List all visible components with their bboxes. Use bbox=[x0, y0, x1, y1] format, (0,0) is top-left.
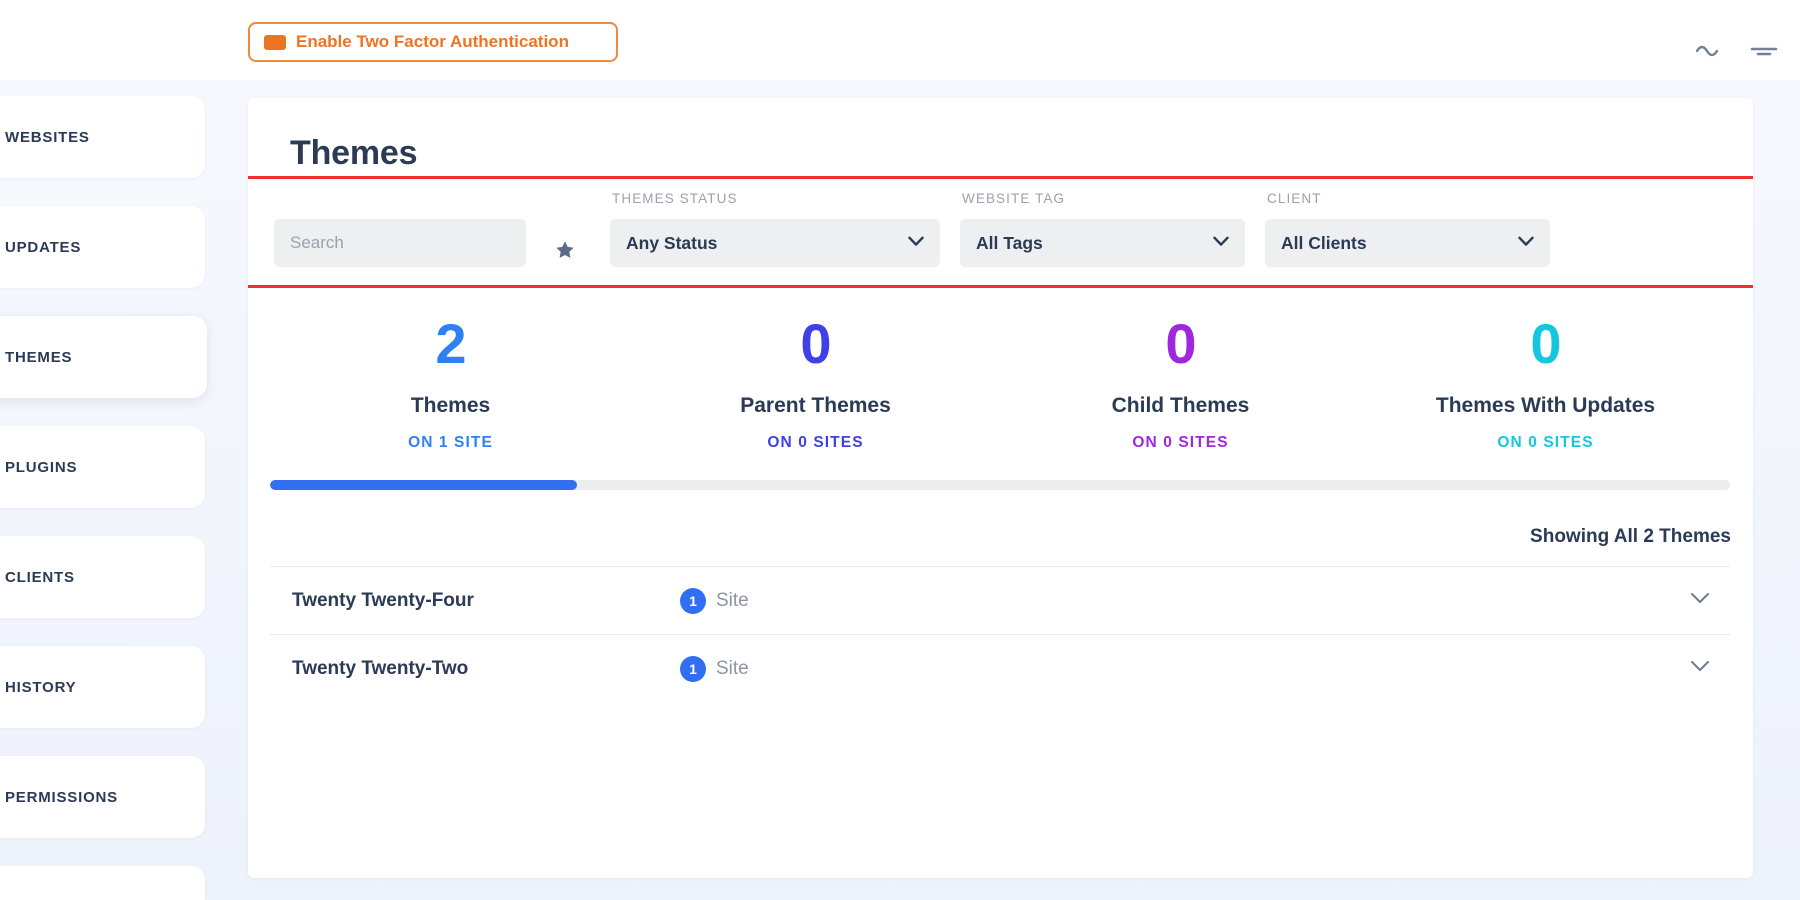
search-input[interactable] bbox=[274, 219, 526, 267]
stat-name: Child Themes bbox=[998, 394, 1363, 418]
sidebar-item-permissions[interactable]: PERMISSIONS bbox=[0, 756, 205, 838]
sidebar-item-partial[interactable] bbox=[0, 866, 205, 900]
app-root: WEBSITES UPDATES THEMES PLUGINS CLIENTS … bbox=[0, 0, 1800, 900]
sidebar-item-label: WEBSITES bbox=[5, 129, 90, 146]
themes-status-value: Any Status bbox=[626, 233, 898, 254]
themes-status-label: THEMES STATUS bbox=[612, 191, 738, 206]
menu-icon[interactable] bbox=[1750, 37, 1778, 62]
stat-value: 0 bbox=[1363, 316, 1728, 372]
list-summary: Showing All 2 Themes bbox=[293, 526, 1753, 548]
site-unit-label: Site bbox=[716, 658, 749, 680]
filter-bar: THEMES STATUS Any Status WEBSITE TAG All… bbox=[248, 176, 1753, 288]
sidebar-item-updates[interactable]: UPDATES bbox=[0, 206, 205, 288]
shield-icon bbox=[264, 35, 286, 50]
stat-value: 0 bbox=[998, 316, 1363, 372]
website-tag-select[interactable]: All Tags bbox=[960, 219, 1245, 267]
theme-name: Twenty Twenty-Two bbox=[270, 658, 680, 680]
website-tag-label: WEBSITE TAG bbox=[962, 191, 1065, 206]
sidebar-item-label: UPDATES bbox=[5, 239, 81, 256]
sidebar-item-websites[interactable]: WEBSITES bbox=[0, 96, 205, 178]
client-select[interactable]: All Clients bbox=[1265, 219, 1550, 267]
stat-sub: ON 0 SITES bbox=[998, 434, 1363, 452]
themes-panel: Themes THEMES STATUS Any Status bbox=[248, 98, 1753, 878]
themes-progress-track bbox=[270, 480, 1730, 490]
sidebar-item-themes[interactable]: THEMES bbox=[0, 316, 207, 398]
website-tag-group: WEBSITE TAG All Tags bbox=[960, 219, 1245, 267]
client-value: All Clients bbox=[1281, 233, 1508, 254]
stat-themes-with-updates: 0 Themes With Updates ON 0 SITES bbox=[1363, 316, 1728, 452]
sidebar-item-plugins[interactable]: PLUGINS bbox=[0, 426, 205, 508]
sidebar-item-label: CLIENTS bbox=[5, 569, 75, 586]
chevron-down-icon bbox=[1518, 234, 1534, 252]
stat-name: Themes With Updates bbox=[1363, 394, 1728, 418]
theme-name: Twenty Twenty-Four bbox=[270, 590, 680, 612]
search-group bbox=[274, 219, 526, 267]
stat-sub: ON 0 SITES bbox=[633, 434, 998, 452]
table-row[interactable]: Twenty Twenty-Two 1 Site bbox=[270, 634, 1730, 702]
chevron-down-icon[interactable] bbox=[1690, 660, 1730, 678]
sidebar-item-label: PLUGINS bbox=[5, 459, 77, 476]
sidebar-item-label: PERMISSIONS bbox=[5, 789, 118, 806]
stat-name: Themes bbox=[268, 394, 633, 418]
sidebar-item-label: HISTORY bbox=[5, 679, 76, 696]
sidebar-item-history[interactable]: HISTORY bbox=[0, 646, 205, 728]
top-strip: Enable Two Factor Authentication bbox=[0, 0, 1800, 80]
chevron-down-icon bbox=[1213, 234, 1229, 252]
stats-row: 2 Themes ON 1 SITE 0 Parent Themes ON 0 … bbox=[268, 316, 1728, 452]
stat-themes: 2 Themes ON 1 SITE bbox=[268, 316, 633, 452]
themes-progress-fill bbox=[270, 480, 577, 490]
favorite-star-button[interactable] bbox=[548, 233, 582, 267]
site-unit-label: Site bbox=[716, 590, 749, 612]
chevron-down-icon[interactable] bbox=[1690, 592, 1730, 610]
table-row[interactable]: Twenty Twenty-Four 1 Site bbox=[270, 566, 1730, 634]
client-label: CLIENT bbox=[1267, 191, 1322, 206]
theme-list: Twenty Twenty-Four 1 Site Twenty Twenty-… bbox=[270, 566, 1730, 702]
site-count-badge: 1 bbox=[680, 588, 706, 614]
stat-value: 2 bbox=[268, 316, 633, 372]
sidebar-item-clients[interactable]: CLIENTS bbox=[0, 536, 205, 618]
wave-icon[interactable] bbox=[1696, 37, 1722, 62]
sidebar-item-label: THEMES bbox=[5, 349, 72, 366]
theme-site-count: 1 Site bbox=[680, 656, 749, 682]
website-tag-value: All Tags bbox=[976, 233, 1203, 254]
client-group: CLIENT All Clients bbox=[1265, 219, 1550, 267]
themes-status-select[interactable]: Any Status bbox=[610, 219, 940, 267]
enable-two-factor-authentication-button[interactable]: Enable Two Factor Authentication bbox=[248, 22, 618, 62]
stat-name: Parent Themes bbox=[633, 394, 998, 418]
chevron-down-icon bbox=[908, 234, 924, 252]
star-icon bbox=[554, 239, 576, 261]
site-count-badge: 1 bbox=[680, 656, 706, 682]
theme-site-count: 1 Site bbox=[680, 588, 749, 614]
stat-value: 0 bbox=[633, 316, 998, 372]
themes-status-group: THEMES STATUS Any Status bbox=[610, 219, 940, 267]
stat-sub: ON 1 SITE bbox=[268, 434, 633, 452]
page-title: Themes bbox=[290, 134, 417, 173]
enable-two-factor-authentication-label: Enable Two Factor Authentication bbox=[296, 32, 569, 52]
stat-child-themes: 0 Child Themes ON 0 SITES bbox=[998, 316, 1363, 452]
top-icon-group bbox=[1696, 36, 1778, 62]
stat-sub: ON 0 SITES bbox=[1363, 434, 1728, 452]
sidebar: WEBSITES UPDATES THEMES PLUGINS CLIENTS … bbox=[0, 0, 205, 900]
stat-parent-themes: 0 Parent Themes ON 0 SITES bbox=[633, 316, 998, 452]
